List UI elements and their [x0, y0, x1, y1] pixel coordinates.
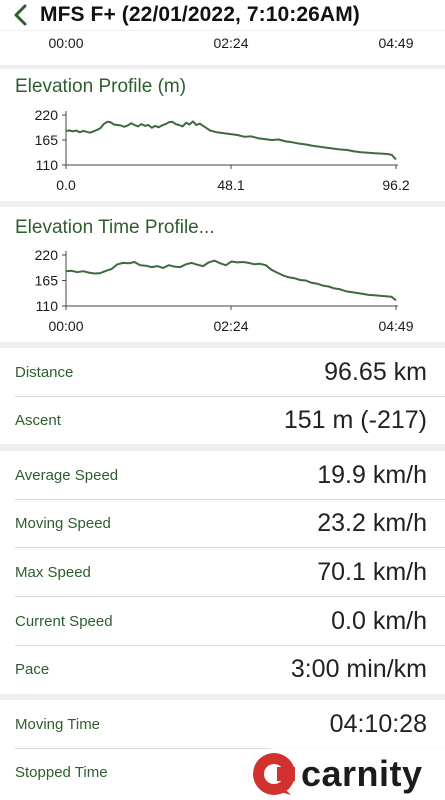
stat-value: 19.9 km/h [317, 461, 427, 489]
x-tick-label: 0.0 [56, 177, 76, 193]
stat-row-average-speed[interactable]: Average Speed 19.9 km/h [0, 451, 445, 500]
back-button[interactable] [0, 0, 40, 30]
x-tick-label: 04:49 [378, 318, 413, 334]
stat-value: 3:00 min/km [290, 655, 427, 683]
stat-label: Average Speed [15, 467, 119, 484]
stat-label: Max Speed [15, 564, 91, 581]
stat-row-distance[interactable]: Distance 96.65 km [0, 348, 445, 397]
top-axis-tick: 04:49 [378, 35, 413, 51]
stat-label: Moving Speed [15, 515, 111, 532]
y-tick-label: 220 [35, 107, 59, 123]
stat-label: Current Speed [15, 613, 113, 630]
top-axis-svg: 00:00 02:24 04:49 [48, 35, 413, 51]
y-tick-label: 110 [36, 298, 59, 314]
stat-label: Stopped Time [15, 764, 108, 781]
page-title: MFS F+ (22/01/2022, 7:10:26AM) [40, 3, 360, 26]
x-tick-label: 96.2 [382, 177, 409, 193]
y-tick-label: 110 [36, 157, 59, 173]
elevation-profile-card[interactable]: Elevation Profile (m) 220 165 110 0.0 48.1 96… [0, 69, 445, 201]
watermark-text: carnity [301, 753, 423, 794]
y-tick-label: 165 [35, 273, 59, 289]
stat-value: 70.1 km/h [317, 558, 427, 586]
stat-value: 04:10:28 [329, 710, 427, 738]
elevation-time-profile-card[interactable]: Elevation Time Profile... 220 165 110 00:00… [0, 207, 445, 342]
stat-label: Distance [15, 364, 74, 381]
stat-value: 0.0 km/h [331, 607, 427, 635]
stat-value: 96.65 km [324, 358, 427, 386]
elevation-profile-chart: 220 165 110 0.0 48.1 96.2 [35, 107, 410, 193]
y-tick-label: 165 [35, 132, 59, 148]
elevation-time-profile-chart: 220 165 110 00:00 02:24 04:49 [35, 247, 414, 334]
elevation-line [65, 259, 397, 302]
top-axis-tick: 02:24 [213, 35, 248, 51]
distance-stats-card: Distance 96.65 km Ascent 151 m (-217) [0, 348, 445, 444]
speed-stats-card: Average Speed 19.9 km/h Moving Speed 23.… [0, 451, 445, 694]
stat-row-max-speed[interactable]: Max Speed 70.1 km/h [0, 548, 445, 597]
top-axis-tick: 00:00 [48, 35, 83, 51]
chevron-left-icon [14, 4, 27, 26]
previous-chart-axis-card: 00:00 02:24 04:49 [0, 31, 445, 65]
x-tick-label: 02:24 [213, 318, 248, 334]
stat-row-ascent[interactable]: Ascent 151 m (-217) [0, 396, 445, 445]
nav-header: MFS F+ (22/01/2022, 7:10:26AM) [0, 0, 445, 30]
x-tick-label: 00:00 [48, 318, 83, 334]
elevation-line [65, 120, 397, 161]
stat-row-pace[interactable]: Pace 3:00 min/km [0, 645, 445, 694]
stat-row-current-speed[interactable]: Current Speed 0.0 km/h [0, 597, 445, 646]
stat-value: 23.2 km/h [317, 509, 427, 537]
stat-label: Ascent [15, 412, 61, 429]
carnity-logo-icon [253, 753, 295, 795]
stat-row-moving-speed[interactable]: Moving Speed 23.2 km/h [0, 499, 445, 548]
y-tick-label: 220 [35, 247, 59, 263]
stat-label: Moving Time [15, 716, 101, 733]
carnity-watermark: carnity [249, 748, 445, 800]
x-tick-label: 48.1 [217, 177, 244, 193]
stat-value: 151 m (-217) [283, 406, 427, 434]
stat-row-moving-time[interactable]: Moving Time 04:10:28 [0, 700, 445, 749]
stat-label: Pace [15, 661, 50, 678]
